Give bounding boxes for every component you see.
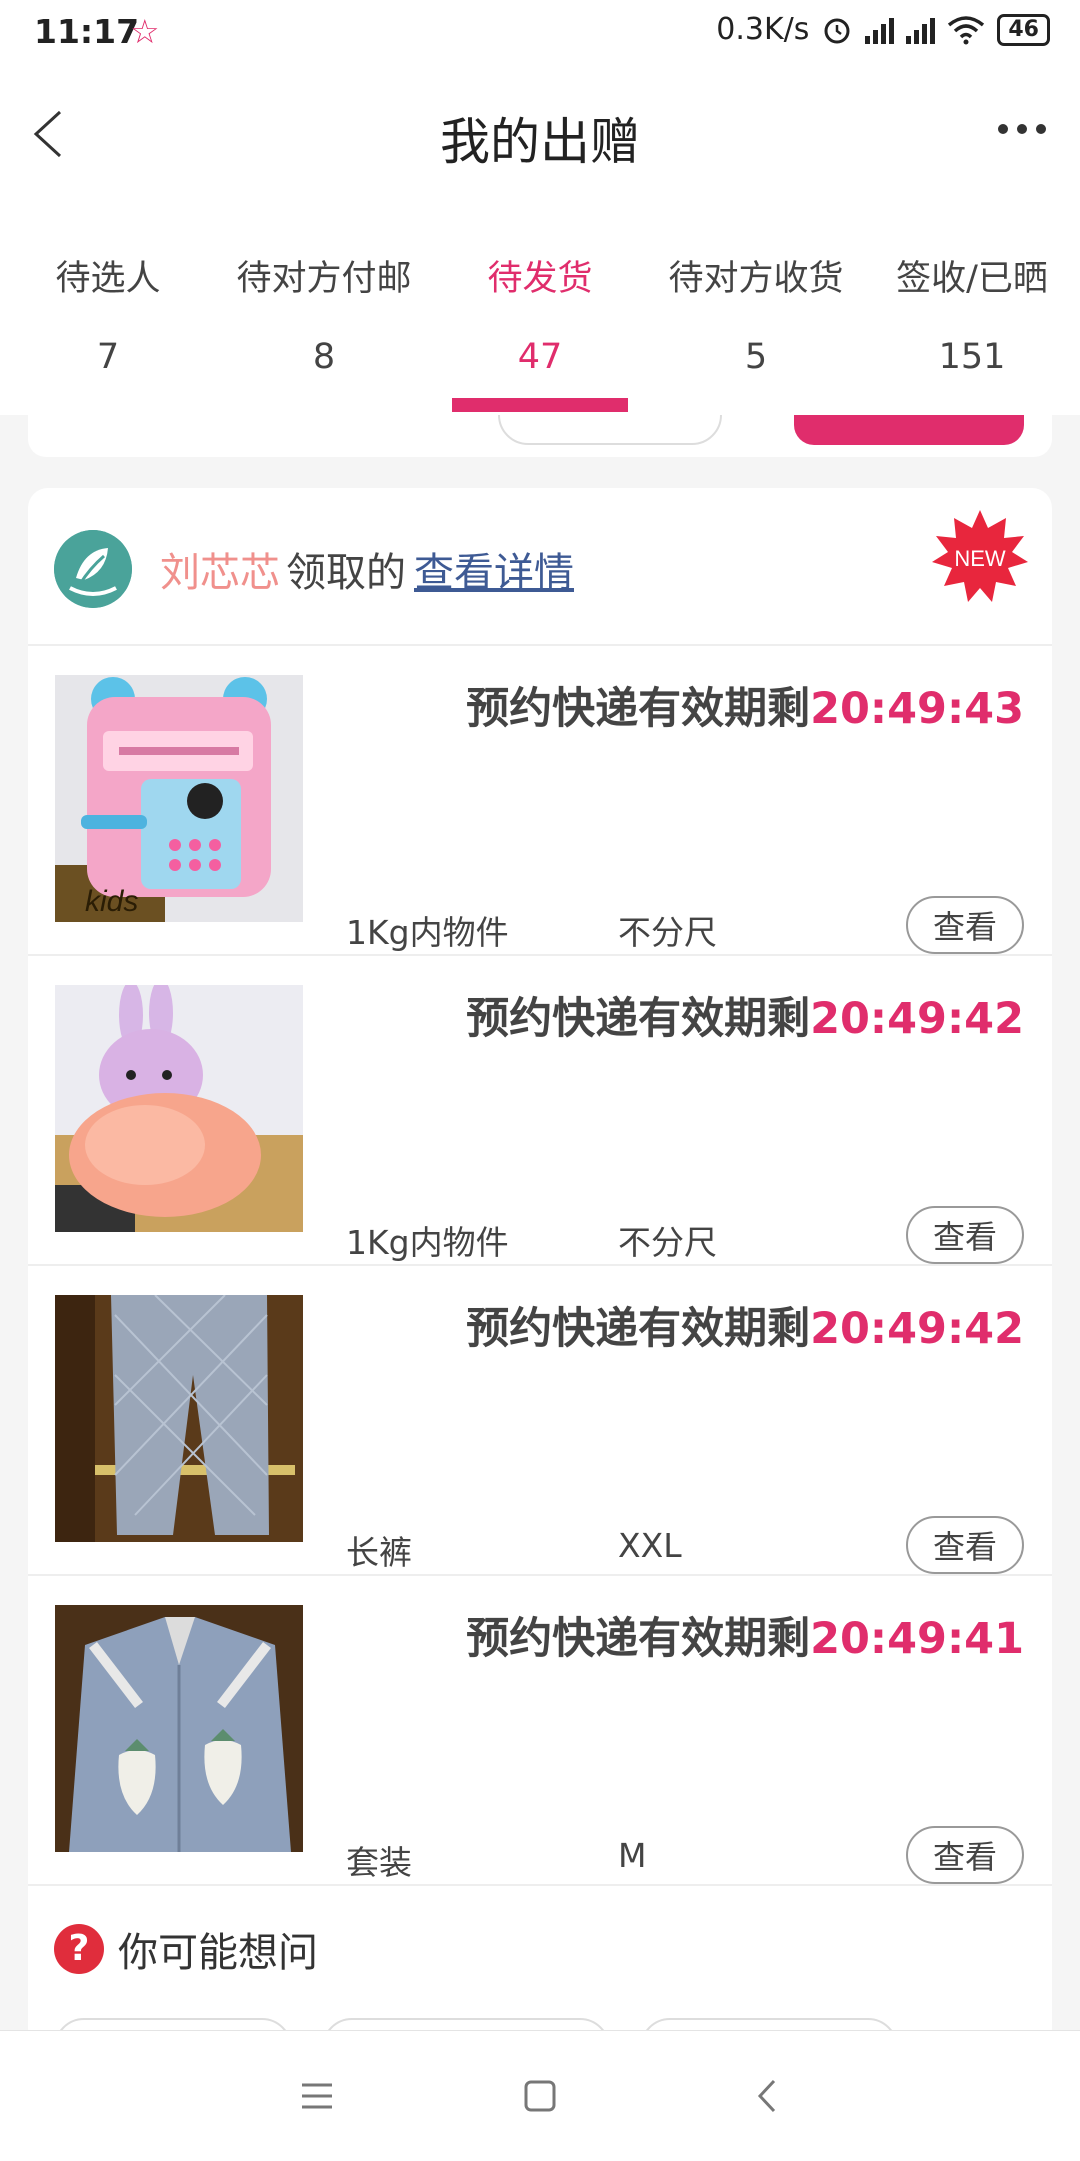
expire-text: 预约快递有效期剩20:49:41 [466,1604,1024,1666]
status-indicators: 0.3K/s 46 [716,12,1050,47]
item-size: 不分尺 [618,913,717,952]
tab-pending-select[interactable]: 待选人 7 [0,200,216,415]
tab-pending-shipment[interactable]: 待发货 47 [432,200,648,415]
signal-icon-2 [906,16,936,44]
item-category: 套装 [346,1843,412,1882]
tab-pending-postage[interactable]: 待对方付邮 8 [216,200,432,415]
item-category: 长裤 [346,1533,412,1572]
expire-text: 预约快递有效期剩20:49:42 [466,984,1024,1046]
new-badge: NEW [932,510,1028,606]
menu-icon[interactable] [292,2071,342,2121]
expire-label: 预约快递有效期剩 [466,994,811,1044]
tab-pending-receipt[interactable]: 待对方收货 5 [648,200,864,415]
tab-count: 47 [517,337,563,377]
tab-label: 签收/已晒 [896,259,1048,299]
system-nav-bar [0,2030,1080,2161]
expire-label: 预约快递有效期剩 [466,684,811,734]
item-size: XXL [618,1526,682,1565]
order-item[interactable]: 预约快递有效期剩20:49:41 套装 M 查看 [28,1576,1052,1886]
tab-label: 待选人 [55,259,161,299]
previous-card-fragment [28,415,1052,457]
item-photo-safe-toy[interactable]: kids [55,675,303,922]
countdown: 20:49:43 [810,684,1024,734]
faq-title: 你可能想问 [118,1930,318,1976]
expire-text: 预约快递有效期剩20:49:42 [466,1294,1024,1356]
wifi-icon [948,15,985,44]
countdown: 20:49:42 [810,994,1024,1044]
tab-label: 待对方收货 [668,259,844,299]
receiver-avatar[interactable] [54,530,132,608]
svg-text:kids: kids [85,885,138,918]
home-icon[interactable] [515,2071,565,2121]
receiver-line: 刘芯芯 领取的 查看详情 [160,540,574,598]
tab-count: 151 [938,337,1006,377]
active-tab-indicator [452,398,628,412]
tab-count: 7 [96,337,120,377]
previous-outline-button[interactable] [498,415,722,445]
claimed-text: 领取的 [286,550,406,596]
countdown: 20:49:42 [810,1304,1024,1354]
signal-icon [865,16,895,44]
network-speed: 0.3K/s [716,12,810,47]
status-time: 11:17 [34,12,140,51]
order-item[interactable]: kids 预约快递有效期剩20:49:43 1Kg内物件 不分尺 查看 [28,646,1052,956]
view-button[interactable]: 查看 [906,1516,1024,1574]
order-item[interactable]: 预约快递有效期剩20:49:42 1Kg内物件 不分尺 查看 [28,956,1052,1266]
order-item[interactable]: 预约快递有效期剩20:49:42 长裤 XXL 查看 [28,1266,1052,1576]
tab-label: 待对方付邮 [236,259,412,299]
view-details-link[interactable]: 查看详情 [414,550,574,596]
countdown: 20:49:41 [810,1614,1024,1664]
item-size: M [618,1836,647,1875]
faq-section-title: ? 你可能想问 [54,1920,318,1978]
tab-label: 待发货 [487,259,593,299]
item-photo-pants[interactable] [55,1295,303,1542]
item-category: 1Kg内物件 [346,913,509,952]
status-tabs: 待选人 7 待对方付邮 8 待发货 47 待对方收货 5 签收/已晒 151 [0,200,1080,415]
order-card-header: 刘芯芯 领取的 查看详情 NEW [28,488,1052,646]
item-photo-jacket-set[interactable] [55,1605,303,1852]
order-card: 刘芯芯 领取的 查看详情 NEW kids 预约快递有效期剩20:49:43 1… [28,488,1052,2048]
nav-bar: 我的出赠 [0,66,1080,200]
new-badge-label: NEW [954,546,1006,571]
view-button[interactable]: 查看 [906,1206,1024,1264]
battery-icon: 46 [997,13,1050,46]
expire-label: 预约快递有效期剩 [466,1304,811,1354]
status-bar: 11:17 ☆ 0.3K/s 46 [0,0,1080,66]
item-photo-bath-puff[interactable] [55,985,303,1232]
receiver-name[interactable]: 刘芯芯 [160,550,280,596]
view-button[interactable]: 查看 [906,896,1024,954]
star-icon: ☆ [130,12,160,51]
tab-count: 8 [312,337,336,377]
view-button[interactable]: 查看 [906,1826,1024,1884]
item-size: 不分尺 [618,1223,717,1262]
item-category: 1Kg内物件 [346,1223,509,1262]
question-icon: ? [54,1924,104,1974]
expire-label: 预约快递有效期剩 [466,1614,811,1664]
expire-text: 预约快递有效期剩20:49:43 [466,674,1024,736]
tab-count: 5 [744,337,768,377]
previous-primary-button[interactable] [794,415,1024,445]
more-icon[interactable] [998,124,1046,134]
tab-received[interactable]: 签收/已晒 151 [864,200,1080,415]
back-nav-icon[interactable] [744,2071,794,2121]
page-title: 我的出赠 [440,113,640,171]
alarm-icon [824,18,850,43]
